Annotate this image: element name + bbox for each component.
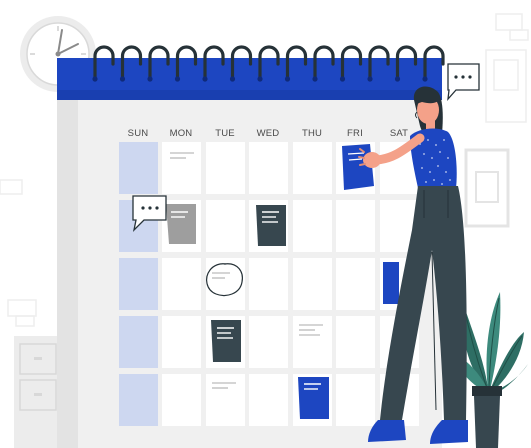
- side-cabinet: [14, 336, 62, 448]
- ellipsis-icon: [454, 75, 472, 79]
- calendar-cell: [293, 316, 332, 368]
- calendar-cell: [249, 142, 288, 194]
- plant-pot: [472, 386, 502, 396]
- weekday-fri: FRI: [347, 128, 363, 139]
- ring-hole: [147, 76, 153, 82]
- calendar-cell: [293, 142, 332, 194]
- speech-bubble-icon: [447, 63, 480, 101]
- calendar-cell: [249, 374, 288, 426]
- calendar-cell: [206, 142, 245, 194]
- calendar-cell: [249, 258, 288, 310]
- calendar-cell: [206, 258, 245, 310]
- ring-hole: [174, 76, 181, 82]
- sticky-note-icon: [256, 205, 286, 246]
- weekday-thu: THU: [302, 128, 322, 139]
- calendar-cell: [119, 258, 158, 310]
- ring-hole: [257, 76, 263, 82]
- ellipsis-icon: [141, 206, 159, 210]
- calendar-cell: [162, 316, 201, 368]
- ring-hole: [202, 76, 208, 82]
- weekday-tue: TUE: [215, 128, 235, 139]
- ring-hole: [312, 76, 318, 82]
- calendar-cell: [336, 374, 375, 426]
- calendar-cell: [119, 142, 158, 194]
- calendar-cell: [293, 258, 332, 310]
- calendar-cell: [249, 316, 288, 368]
- calendar-cell: [119, 316, 158, 368]
- weekday-wed: WED: [257, 128, 280, 139]
- ring-hole: [367, 76, 373, 82]
- ring-hole: [119, 76, 126, 82]
- ring-hole: [422, 76, 428, 82]
- ring-hole: [394, 76, 401, 82]
- ring-hole: [92, 76, 98, 82]
- calendar-cell: [162, 258, 201, 310]
- calendar-illustration: SUN MON TUE WED THU FRI SAT: [0, 13, 529, 448]
- sticky-note-icon: [211, 320, 241, 362]
- calendar-cell: [336, 200, 375, 252]
- wall-frame: [464, 148, 510, 228]
- calendar-cell: [206, 374, 245, 426]
- ring-hole: [284, 76, 291, 82]
- ring-hole: [339, 76, 346, 82]
- calendar-cell: [162, 142, 201, 194]
- weekday-sat: SAT: [390, 128, 408, 139]
- calendar-cell: [162, 374, 201, 426]
- calendar-cell: [336, 258, 375, 310]
- calendar-cell: [119, 374, 158, 426]
- calendar-cell: [293, 200, 332, 252]
- weekday-mon: MON: [170, 128, 193, 139]
- sticky-note-icon: [166, 204, 196, 244]
- calendar-cell: [206, 200, 245, 252]
- calendar-grid: [119, 142, 419, 426]
- ring-hole: [229, 76, 236, 82]
- sticky-note-icon: [298, 377, 329, 419]
- calendar-cell: [336, 316, 375, 368]
- sticky-note-icon: [383, 262, 399, 304]
- weekday-sun: SUN: [128, 128, 149, 139]
